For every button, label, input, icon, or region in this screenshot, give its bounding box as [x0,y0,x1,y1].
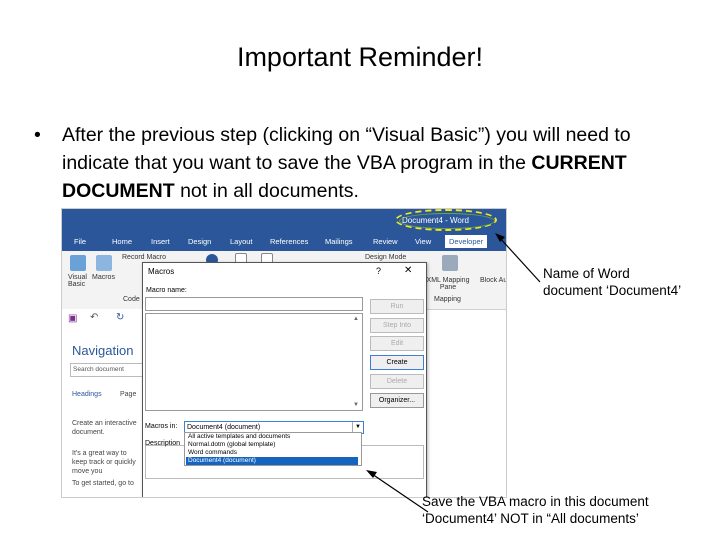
dropdown-option[interactable]: Normal.dotm (global template) [186,441,358,449]
scroll-up-icon[interactable]: ▲ [353,316,359,322]
tab-layout[interactable]: Layout [230,237,253,246]
macros-dialog: Macros ? ✕ Macro name: ▲ ▼ Run Step Into… [142,262,427,497]
organizer-button[interactable]: Organizer... [370,393,424,408]
word-screenshot: Document4 - Word File Home Insert Design… [61,208,507,498]
tab-mailings[interactable]: Mailings [325,237,353,246]
bullet-text-part2: not in all documents. [174,180,359,202]
run-button[interactable]: Run [370,299,424,314]
tab-insert[interactable]: Insert [151,237,170,246]
tab-design[interactable]: Design [188,237,211,246]
nav-tab-pages[interactable]: Page [120,391,136,398]
dropdown-option[interactable]: Word commands [186,449,358,457]
navigation-title: Navigation [72,343,134,358]
tab-home[interactable]: Home [112,237,132,246]
macro-name-input[interactable] [145,297,363,311]
doc-name-annotation: Name of Word document ‘Document4’ [543,266,682,298]
macros-icon[interactable] [96,255,112,271]
navigation-pane: ▣ ↶ ↻ Navigation Search document Heading… [62,309,144,497]
scroll-down-icon[interactable]: ▼ [353,402,359,408]
help-icon[interactable]: ? [376,266,381,276]
visual-basic-button[interactable]: Visual Basic [68,274,88,288]
macro-name-label: Macro name: [146,287,187,294]
redo-icon[interactable]: ↻ [116,312,124,323]
macros-button[interactable]: Macros [92,274,115,281]
save-icon[interactable]: ▣ [68,313,77,324]
dropdown-option[interactable]: All active templates and documents [186,433,358,441]
nav-help-text-3: To get started, go to [72,480,134,487]
description-label: Description [145,440,181,447]
design-mode-button[interactable]: Design Mode [365,254,406,261]
save-note-annotation: Save the VBA macro in this document ‘Doc… [422,494,649,526]
xml-mapping-icon[interactable] [442,255,458,271]
mapping-group-label: Mapping [434,296,461,303]
tab-developer[interactable]: Developer [445,235,488,248]
nav-help-text-2: It's a great way to keep track or quickl… [72,450,136,475]
dropdown-option-selected[interactable]: Document4 (document) [186,457,358,465]
macros-in-value: Document4 (document) [187,424,261,431]
tab-review[interactable]: Review [373,237,398,246]
title-highlight-ellipse [395,209,497,231]
nav-help-text-1: Create an interactive document. [72,420,137,436]
tab-references[interactable]: References [270,237,308,246]
ribbon-tabs: File Home Insert Design Layout Reference… [62,233,506,251]
step-into-button[interactable]: Step Into [370,318,424,333]
tab-view[interactable]: View [415,237,431,246]
undo-icon[interactable]: ↶ [90,312,98,323]
block-authors-button[interactable]: Block Authors [480,277,506,284]
code-group-label: Code [123,296,140,303]
nav-tab-headings[interactable]: Headings [72,391,102,398]
macro-list[interactable]: ▲ ▼ [145,313,363,411]
xml-mapping-pane-button[interactable]: XML Mapping Pane [424,277,472,291]
delete-button[interactable]: Delete [370,374,424,389]
slide-title: Important Reminder! [236,42,484,72]
bullet-text: After the previous step (clicking on “Vi… [62,121,702,205]
create-button[interactable]: Create [370,355,424,370]
macros-in-dropdown[interactable]: All active templates and documents Norma… [184,432,362,466]
bullet-dot: • [34,124,41,146]
title-highlight-inner [399,213,495,229]
dialog-title: Macros [148,267,175,276]
macros-in-label: Macros in: [145,423,178,430]
visual-basic-icon[interactable] [70,255,86,271]
edit-button[interactable]: Edit [370,336,424,351]
tab-file[interactable]: File [74,237,86,246]
nav-search-input[interactable]: Search document [70,363,144,377]
close-icon[interactable]: ✕ [404,265,412,276]
record-macro-button[interactable]: Record Macro [122,254,166,261]
